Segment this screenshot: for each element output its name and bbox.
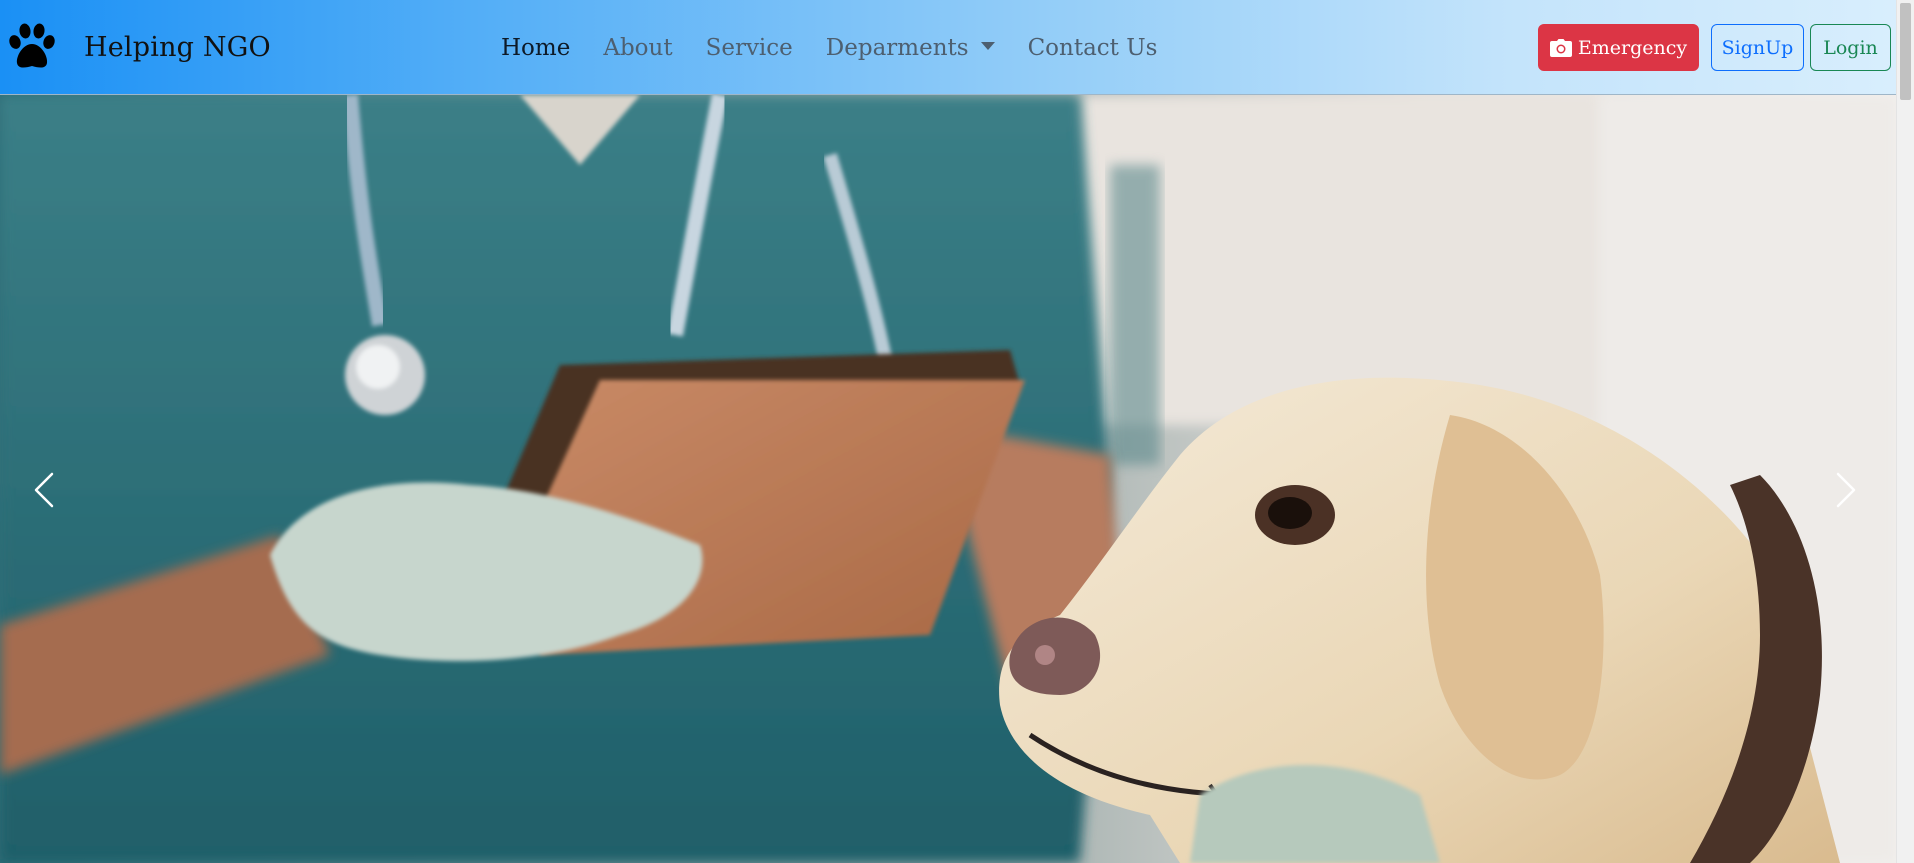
login-button[interactable]: Login — [1810, 24, 1891, 71]
emergency-label: Emergency — [1577, 36, 1688, 59]
brand[interactable]: Helping NGO — [6, 22, 271, 72]
camera-icon — [1549, 38, 1572, 57]
nav-item-about[interactable]: About — [603, 35, 672, 61]
nav-item-service[interactable]: Service — [706, 35, 793, 61]
page-scrollbar[interactable] — [1896, 0, 1914, 863]
carousel-next-button[interactable] — [1816, 435, 1876, 545]
caret-down-icon — [980, 42, 995, 50]
paw-icon — [9, 23, 55, 68]
carousel-prev-button[interactable] — [14, 435, 74, 545]
nav-item-home[interactable]: Home — [501, 35, 570, 61]
page: Helping NGO Home About Service Deparment… — [0, 0, 1914, 863]
chevron-right-icon — [1836, 472, 1856, 508]
nav-item-departments[interactable]: Deparments — [826, 35, 995, 61]
navbar: Helping NGO Home About Service Deparment… — [0, 0, 1896, 95]
scrollbar-thumb[interactable] — [1900, 3, 1911, 100]
nav-links: Home About Service Deparments Contact Us — [501, 30, 1190, 66]
hero-image-vet-and-dog — [0, 95, 1896, 863]
emergency-button[interactable]: Emergency — [1538, 24, 1699, 71]
nav-item-contact[interactable]: Contact Us — [1028, 35, 1158, 61]
chevron-left-icon — [34, 472, 54, 508]
brand-name: Helping NGO — [84, 31, 271, 63]
signup-button[interactable]: SignUp — [1711, 24, 1804, 71]
hero-carousel — [0, 95, 1896, 863]
nav-item-departments-label: Deparments — [825, 35, 969, 61]
